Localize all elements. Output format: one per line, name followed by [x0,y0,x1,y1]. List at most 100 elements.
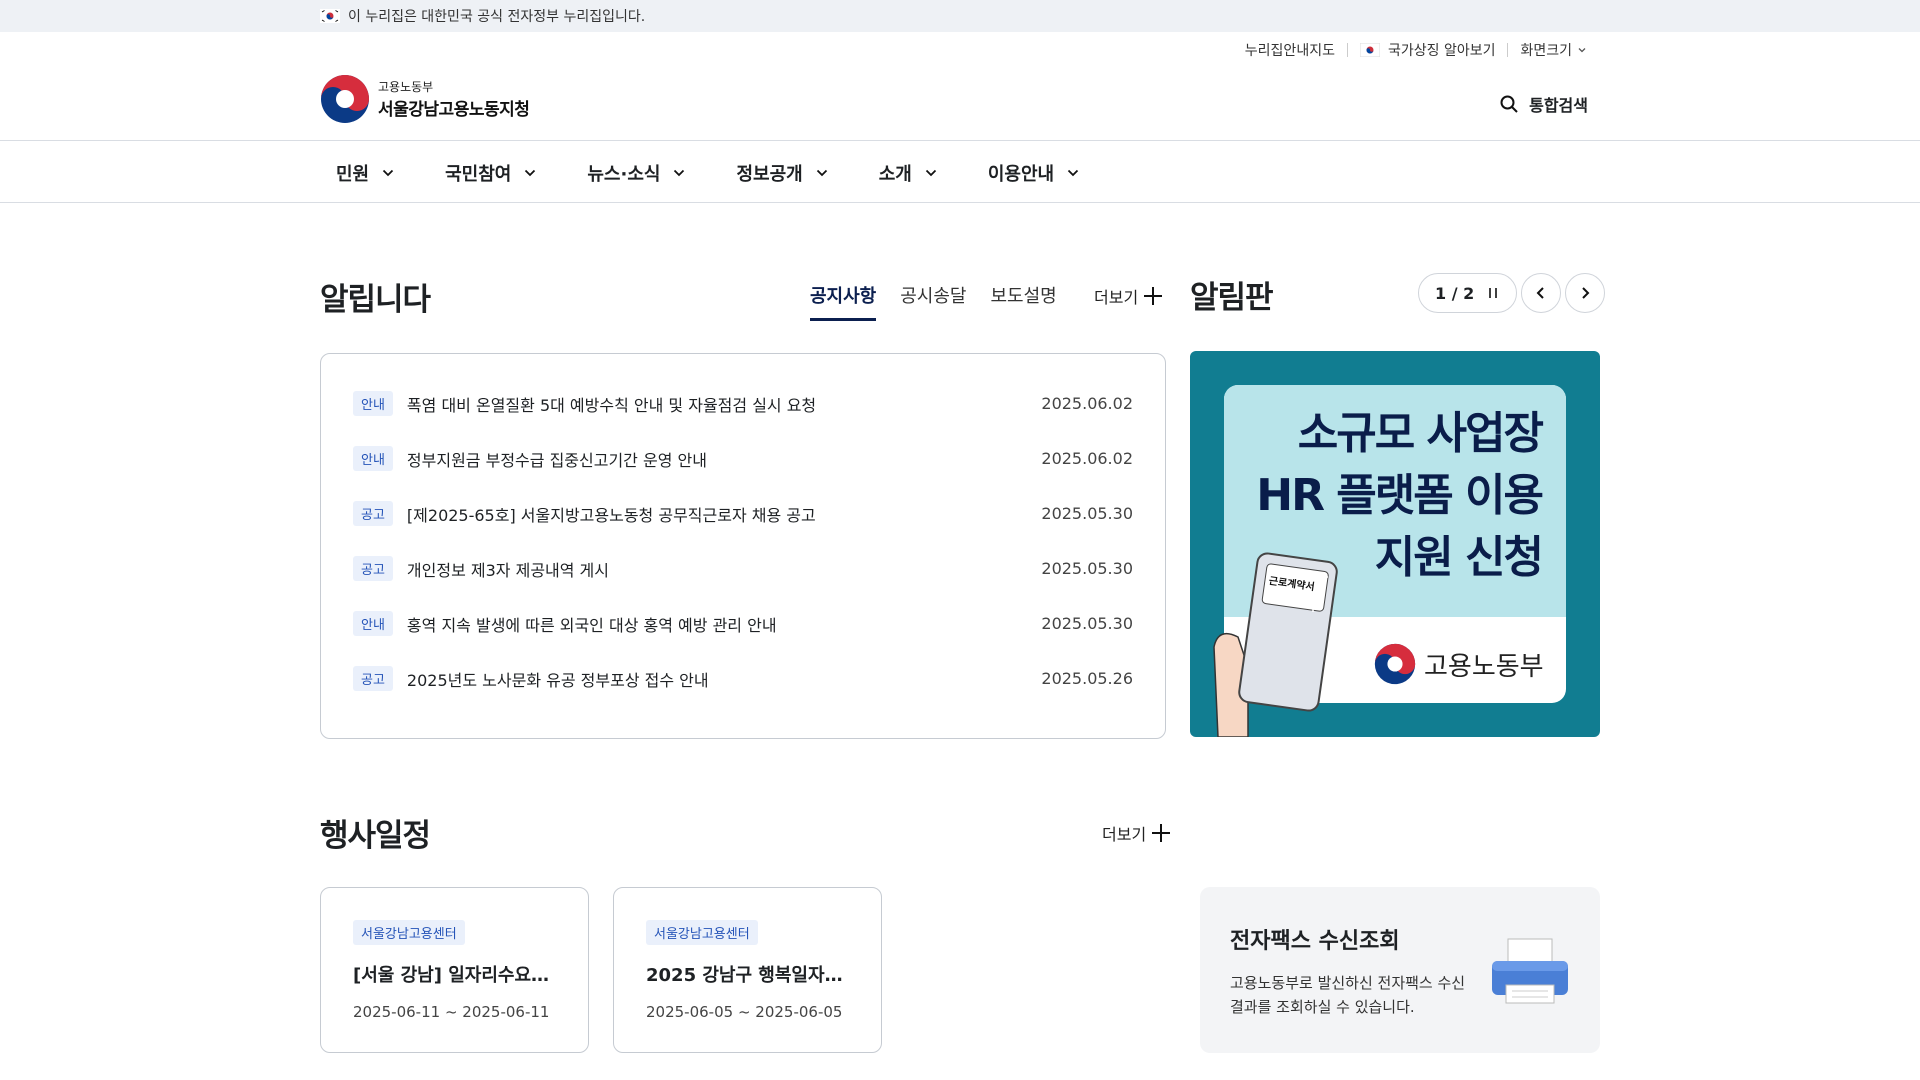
integrated-search-button[interactable]: 통합검색 [1499,92,1588,116]
notice-date: 2025.05.30 [1041,559,1133,578]
search-icon [1500,95,1518,113]
notice-title: 홍역 지속 발생에 따른 외국인 대상 홍역 예방 관리 안내 [406,615,777,635]
chevron-down-icon [925,169,936,176]
plus-icon [1144,287,1163,305]
notice-title: 2025년도 노사문화 유공 정부포상 접수 안내 [406,670,709,690]
tab-notices[interactable]: 공지사항 [810,282,877,321]
fax-printer-icon [1492,938,1568,1004]
event-card[interactable]: 서울강남고용센터 2025 강남구 행복일자리 박람회 2025-06-05 ~… [613,887,882,1053]
prev-button[interactable] [1521,273,1562,313]
page-indicator: 1 / 2 [1435,283,1475,303]
chevron-down-icon [816,169,827,176]
notice-date: 2025.06.02 [1041,449,1133,468]
notice-title: [제2025-65호] 서울지방고용노동청 공무직근로자 채용 공고 [406,505,816,525]
plus-icon [1152,824,1171,842]
event-badge: 서울강남고용센터 [353,920,465,945]
screen-size-button[interactable]: 화면크기 [1520,40,1588,60]
chevron-down-icon [1578,48,1586,53]
board-banner[interactable]: 소규모 사업장 HR 플랫폼 이용 지원 신청 고용노동부 근로계약서 [1190,351,1600,737]
notices-more-button[interactable]: 더보기 [1094,284,1164,308]
tab-public-service[interactable]: 공시송달 [900,282,966,321]
site-logo[interactable]: 고용노동부 서울강남고용노동지청 [320,74,530,124]
more-label: 더보기 [1102,825,1147,844]
notice-title: 개인정보 제3자 제공내역 게시 [406,560,609,580]
nav-item[interactable]: 뉴스·소식 [587,160,686,186]
event-badge: 서울강남고용센터 [646,920,758,945]
event-title: 2025 강남구 행복일자리 박람회 [646,965,849,986]
nav-item[interactable]: 민원 [336,160,395,186]
notice-badge: 공고 [353,666,393,691]
nav-item[interactable]: 소개 [879,160,938,186]
divider [1507,43,1509,57]
notice-badge: 안내 [353,611,393,636]
notice-date: 2025.05.26 [1041,669,1133,688]
logo-office-name: 서울강남고용노동지청 [378,100,530,120]
more-label: 더보기 [1094,288,1139,307]
banner-ministry-logo: 고용노동부 [1374,643,1544,685]
notice-badge: 안내 [353,446,393,471]
national-symbol-label: 국가상징 알아보기 [1387,43,1496,59]
main-navigation: 민원 국민참여 뉴스·소식 정보공개 소개 이용안내 [0,140,1920,203]
divider [1346,43,1348,57]
notice-date: 2025.06.02 [1041,394,1133,413]
national-symbol-link[interactable]: 국가상징 알아보기 [1359,40,1496,60]
event-card[interactable]: 서울강남고용센터 [서울 강남] 일자리수요데이 채용행사 2025-06-11… [320,887,589,1053]
nav-item-label: 민원 [336,163,370,185]
banner-logo-text: 고용노동부 [1424,651,1544,682]
events-title: 행사일정 [320,818,431,854]
nav-item-label: 정보공개 [736,163,803,185]
notices-title: 알립니다 [320,282,431,318]
gov-notice-bar: 이 누리집은 대한민국 공식 전자정부 누리집입니다. [0,0,1920,32]
notice-badge: 공고 [353,556,393,581]
tab-press[interactable]: 보도설명 [991,282,1057,321]
e-fax-lookup[interactable]: 전자팩스 수신조회 고용노동부로 발신하신 전자팩스 수신결과를 조회하실 수 … [1200,887,1600,1053]
pause-icon [1489,288,1498,298]
notice-badge: 공고 [353,501,393,526]
notice-date: 2025.05.30 [1041,614,1133,633]
chevron-down-icon [382,169,394,176]
ministry-emblem-icon [1374,643,1416,685]
notice-row[interactable]: 공고 2025년도 노사문화 유공 정부포상 접수 안내 2025.05.26 [353,651,1133,706]
chevron-left-icon [1536,287,1544,299]
korea-flag-icon [1359,43,1380,57]
chevron-down-icon [674,169,685,176]
ministry-emblem-icon [321,75,369,123]
banner-line: HR 플랫폼 이용 [1256,470,1544,521]
nav-item-label: 소개 [878,163,912,185]
event-title: [서울 강남] 일자리수요데이 채용행사 [353,965,556,986]
gov-notice-text: 이 누리집은 대한민국 공식 전자정부 누리집입니다. [348,9,646,25]
nav-item-label: 국민참여 [445,163,512,185]
pause-button[interactable]: 1 / 2 [1418,273,1518,313]
event-date: 2025-06-11 ~ 2025-06-11 [353,1003,550,1021]
notice-date: 2025.05.30 [1041,504,1133,523]
chevron-down-icon [1067,169,1079,176]
logo-ministry-name: 고용노동부 [378,80,434,94]
search-label: 통합검색 [1529,96,1588,115]
nav-item-label: 이용안내 [987,163,1055,185]
notice-row[interactable]: 공고 개인정보 제3자 제공내역 게시 2025.05.30 [353,541,1133,596]
next-button[interactable] [1565,273,1606,313]
event-date: 2025-06-05 ~ 2025-06-05 [646,1003,843,1021]
notice-row[interactable]: 안내 홍역 지속 발생에 따른 외국인 대상 홍역 예방 관리 안내 2025.05… [353,596,1133,651]
notices-tabs: 공지사항 공시송달 보도설명 [810,282,1081,321]
notices-list: 안내 폭염 대비 온열질환 5대 예방수칙 안내 및 자율점검 실시 요청 2025… [320,353,1166,739]
nav-item[interactable]: 정보공개 [736,160,828,186]
nav-item[interactable]: 국민참여 [445,160,537,186]
notice-row[interactable]: 공고 [제2025-65호] 서울지방고용노동청 공무직근로자 채용 공고 2025… [353,486,1133,541]
chevron-right-icon [1582,287,1590,299]
notice-badge: 안내 [353,391,393,416]
screen-size-label: 화면크기 [1520,43,1572,59]
phone-hand-illustration-icon: 근로계약서 [1213,552,1338,737]
korea-flag-icon [320,9,340,23]
nav-item[interactable]: 이용안내 [988,160,1080,186]
nav-item-label: 뉴스·소식 [587,163,661,185]
notice-title: 폭염 대비 온열질환 5대 예방수칙 안내 및 자율점검 실시 요청 [406,395,817,415]
banner-line: 소규모 사업장 [1297,408,1544,459]
notice-row[interactable]: 안내 정부지원금 부정수급 집중신고기간 운영 안내 2025.06.02 [353,431,1133,486]
board-pager: 1 / 2 [1418,273,1606,313]
fax-description: 고용노동부로 발신하신 전자팩스 수신결과를 조회하실 수 있습니다. [1230,974,1466,1016]
site-guide-link[interactable]: 누리집안내지도 [1245,40,1335,60]
notice-row[interactable]: 안내 폭염 대비 온열질환 5대 예방수칙 안내 및 자율점검 실시 요청 2025… [353,376,1133,431]
events-more-button[interactable]: 더보기 [1102,821,1172,845]
utility-links: 누리집안내지도 국가상징 알아보기 화면크기 [1245,40,1588,60]
